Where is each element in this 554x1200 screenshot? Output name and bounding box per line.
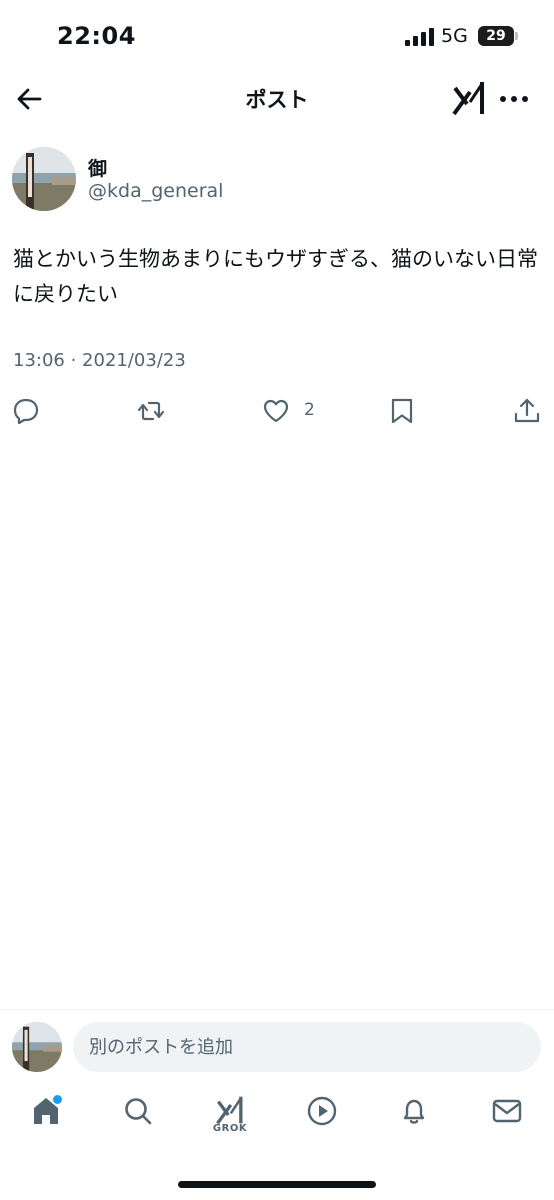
network-type: 5G [441,25,468,47]
notification-dot [53,1095,62,1104]
avatar[interactable] [12,147,76,211]
header: ポスト [0,74,554,124]
reply-avatar-image [12,1022,62,1072]
reply-icon [13,398,39,425]
tab-grok[interactable]: GROK [208,1095,252,1143]
home-indicator[interactable] [178,1181,376,1188]
tab-messages[interactable] [485,1095,529,1143]
tab-bar: GROK [0,1085,554,1155]
reply-avatar [12,1022,62,1072]
share-icon [514,398,540,423]
like-count: 2 [304,400,315,420]
avatar-image [12,147,76,211]
status-bar: 22:04 5G 29 [0,0,554,74]
more-horizontal-icon[interactable] [498,87,530,111]
tab-home[interactable] [24,1095,68,1143]
bell-icon [403,1099,425,1124]
battery-cap [515,32,518,40]
video-icon [307,1096,337,1126]
post-text: 猫とかいう生物あまりにもウザすぎる、猫のいない日常に戻りたい [13,247,538,306]
share-button[interactable] [513,393,541,429]
status-time: 22:04 [57,22,136,50]
mail-icon [492,1099,522,1123]
like-button[interactable] [262,393,290,429]
grok-icon[interactable] [452,80,486,116]
post-timestamp[interactable]: 13:06 · 2021/03/23 [13,350,186,371]
battery-icon: 29 [478,26,514,46]
tab-search[interactable] [116,1095,160,1143]
bookmark-icon [391,398,413,424]
repost-icon [137,401,165,421]
battery-level: 29 [486,28,506,44]
author-name[interactable]: 御 [88,154,107,181]
reply-button[interactable] [12,393,40,429]
tab-notifications[interactable] [392,1095,436,1143]
signal-icon [405,28,434,46]
grok-icon [216,1096,243,1125]
author-handle[interactable]: @kda_general [88,180,223,202]
repost-button[interactable] [137,393,165,429]
grok-label: GROK [212,1123,248,1134]
bookmark-button[interactable] [388,393,416,429]
reply-input[interactable] [73,1022,541,1072]
divider [0,1009,554,1010]
tab-video[interactable] [300,1095,344,1143]
heart-icon [263,399,289,423]
search-icon [125,1098,152,1125]
